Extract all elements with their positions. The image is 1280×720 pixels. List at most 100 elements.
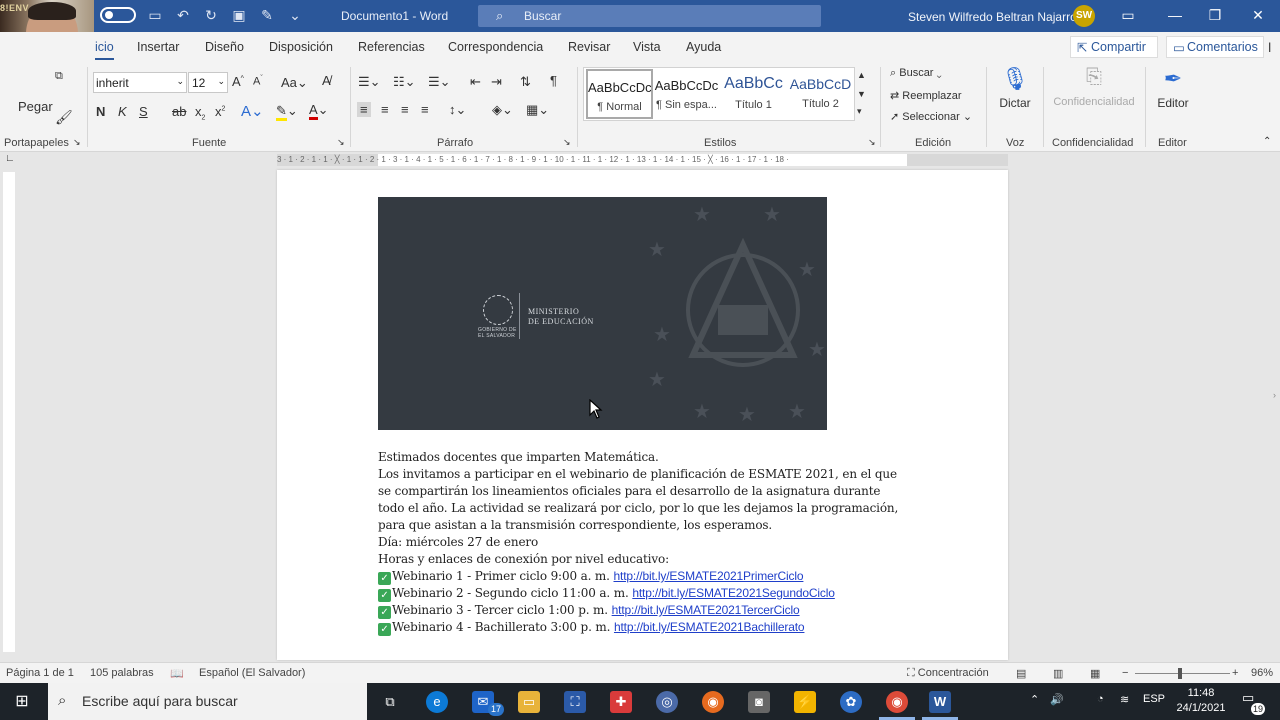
comments-button[interactable]: ▭ Comentarios [1166,36,1264,58]
task-view-icon[interactable]: ⧉ [379,691,401,713]
firefox-icon[interactable]: ◉ [702,691,724,713]
change-case-icon[interactable]: Aa⌄ [281,75,308,91]
dialog-launcher-icon[interactable]: ↘ [73,137,81,148]
word-count[interactable]: 105 palabras [90,667,154,679]
horizontal-ruler[interactable]: 3 · 1 · 2 · 1 · 1 · ╳ · 1 · 1 · 2 · 1 · … [277,154,1008,166]
zoom-out-icon[interactable]: − [1122,667,1128,679]
styles-more-icon[interactable]: ▾ [857,106,862,117]
increase-indent-icon[interactable]: ⇥ [491,74,502,90]
webinar-link[interactable]: http://bit.ly/ESMATE2021Bachillerato [614,620,805,634]
superscript-icon[interactable]: x2 [215,104,225,119]
style-heading-1[interactable]: AaBbCc Título 1 [720,69,787,119]
show-formatting-icon[interactable]: ¶ [550,73,557,88]
numbering-icon[interactable]: ☷⌄ [393,74,416,90]
decrease-indent-icon[interactable]: ⇤ [470,74,481,90]
shading-icon[interactable]: ◈⌄ [492,102,513,118]
tab-insert[interactable]: Insertar [137,40,179,54]
dictate-button[interactable]: 🎙 Dictar [994,66,1036,110]
tab-view[interactable]: Vista [633,40,661,54]
zoom-level[interactable]: 96% [1251,667,1273,679]
borders-icon[interactable]: ▦⌄ [526,102,549,118]
network-icon[interactable]: ◔ [1097,693,1104,705]
style-no-spacing[interactable]: AaBbCcDc ¶ Sin espa... [653,69,720,119]
volume-icon[interactable]: 🔊 [1050,693,1064,706]
more-icon[interactable]: ǀ [1268,40,1271,55]
save-icon[interactable]: ▭ [146,6,164,24]
power-automate-icon[interactable]: ⚡ [794,691,816,713]
subscript-icon[interactable]: x2 [195,104,205,122]
shrink-font-icon[interactable]: Aˇ [253,75,263,88]
ministry-banner-image[interactable]: ★ ★ ★ ★ ★ ★ ★ ★ ★ ★ GOBIERNO DE EL SALVAD… [378,197,827,430]
styles-scroll-down-icon[interactable]: ▼ [857,89,866,99]
taskbar-search[interactable]: ⌕ Escribe aquí para buscar [48,683,367,720]
file-explorer-icon[interactable]: ▭ [518,691,540,713]
webinar-link[interactable]: http://bit.ly/ESMATE2021SegundoCiclo [632,586,835,600]
clear-formatting-icon[interactable]: A̸ [322,73,331,88]
document-page[interactable]: ★ ★ ★ ★ ★ ★ ★ ★ ★ ★ GOBIERNO DE EL SALVAD… [277,170,1008,660]
read-mode-icon[interactable]: ▤ [1016,667,1026,680]
format-painter-icon[interactable]: 🖌 [55,109,73,126]
font-size-select[interactable]: 12 ⌄ [188,72,228,93]
tab-selector-icon[interactable]: ∟ [5,153,15,164]
language-indicator[interactable]: Español (El Salvador) [199,667,305,679]
collapse-ribbon-icon[interactable]: ⌃ [1263,136,1271,147]
taskbar-clock[interactable]: 11:48 24/1/2021 [1175,686,1227,716]
store-icon[interactable]: ⛶ [564,691,586,713]
text-effects-icon[interactable]: A⌄ [241,102,264,120]
user-name[interactable]: Steven Wilfredo Beltran Najarro [908,10,1077,24]
sort-icon[interactable]: ⇅ [520,74,531,90]
replace-button[interactable]: ⇄ Reemplazar [890,89,962,102]
ribbon-display-options-icon[interactable]: ▭ [1118,7,1138,24]
find-button[interactable]: ⌕ Buscar ⌄ [890,67,942,80]
web-layout-icon[interactable]: ▦ [1090,667,1100,680]
webinar-link[interactable]: http://bit.ly/ESMATE2021PrimerCiclo [613,569,803,583]
select-button[interactable]: ➚ Seleccionar ⌄ [890,110,972,123]
bullets-icon[interactable]: ☰⌄ [358,74,381,90]
align-right-icon[interactable]: ≡ [401,102,409,117]
document-body[interactable]: Estimados docentes que imparten Matemáti… [378,449,918,636]
close-icon[interactable]: ✕ [1248,7,1268,24]
scroll-marker-icon[interactable]: › [1273,390,1276,400]
word-app-icon[interactable]: W [929,691,951,713]
dialog-launcher-icon[interactable]: ↘ [563,137,571,148]
sensitivity-button[interactable]: ⎘ Confidencialidad [1048,66,1140,108]
style-normal[interactable]: AaBbCcDc ¶ Normal [586,69,653,119]
italic-button[interactable]: K [118,104,127,119]
underline-button[interactable]: S [139,104,148,119]
align-left-icon[interactable]: ≡ [357,102,371,117]
tab-review[interactable]: Revisar [568,40,610,54]
settings-app-icon[interactable]: ✿ [840,691,862,713]
focus-mode-button[interactable]: ⛶ Concentración [907,667,989,680]
customize-qat-icon[interactable]: ⌄ [286,6,304,24]
windows-start-icon[interactable]: ⊞ [11,691,33,713]
input-language[interactable]: ESP [1143,693,1165,705]
print-layout-icon[interactable]: ▥ [1053,667,1063,680]
styles-scroll-up-icon[interactable]: ▲ [857,70,866,80]
bold-button[interactable]: N [96,104,105,119]
tray-chevron-icon[interactable]: ⌃ [1030,693,1039,706]
dialog-launcher-icon[interactable]: ↘ [868,137,876,148]
align-center-icon[interactable]: ≡ [381,102,389,117]
maximize-icon[interactable]: ❐ [1205,7,1225,24]
wifi-icon[interactable]: ≋ [1120,693,1129,706]
autosave-toggle[interactable] [100,7,136,23]
edge-icon[interactable]: e [426,691,448,713]
webinar-link[interactable]: http://bit.ly/ESMATE2021TercerCiclo [612,603,800,617]
app-icon[interactable]: ◎ [656,691,678,713]
tab-home[interactable]: icio [95,40,114,60]
touch-mode-icon[interactable]: ▣ [230,6,248,24]
camera-icon[interactable]: ◙ [748,691,770,713]
font-color-icon[interactable]: A⌄ [309,102,329,120]
multilevel-list-icon[interactable]: ☰⌄ [428,74,451,90]
tab-references[interactable]: Referencias [358,40,425,54]
redo-icon[interactable]: ↻ [202,6,220,24]
strikethrough-icon[interactable]: ab [172,104,186,119]
undo-icon[interactable]: ↶ [174,6,192,24]
editor-button[interactable]: ✒ Editor [1152,66,1194,110]
tab-help[interactable]: Ayuda [686,40,721,54]
justify-icon[interactable]: ≡ [421,102,429,117]
paste-button[interactable]: Pegar [18,99,53,114]
dialog-launcher-icon[interactable]: ↘ [337,137,345,148]
highlight-icon[interactable]: ✎⌄ [276,103,298,121]
share-button[interactable]: ⇱ Compartir [1070,36,1158,58]
